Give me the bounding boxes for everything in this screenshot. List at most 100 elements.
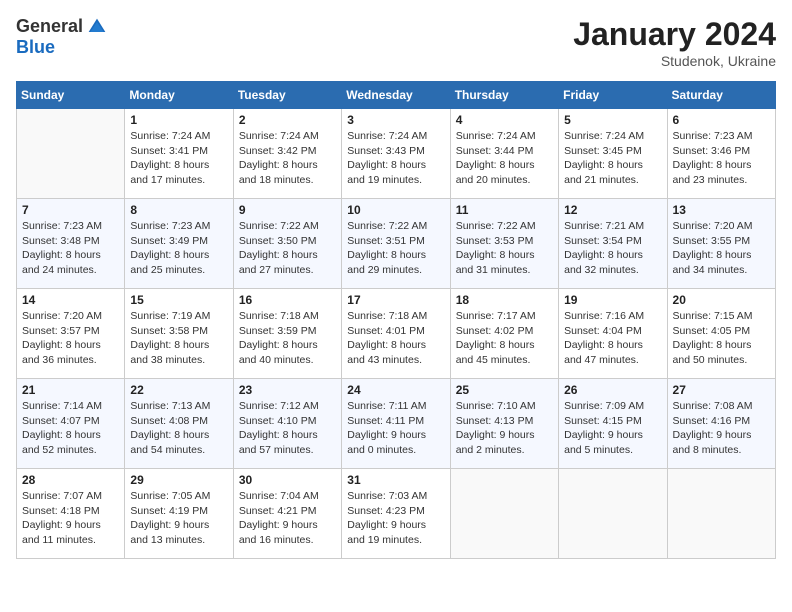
day-number: 21 bbox=[22, 383, 119, 397]
calendar-cell: 18 Sunrise: 7:17 AM Sunset: 4:02 PM Dayli… bbox=[450, 289, 558, 379]
calendar-cell: 23 Sunrise: 7:12 AM Sunset: 4:10 PM Dayli… bbox=[233, 379, 341, 469]
logo: General Blue bbox=[16, 16, 107, 58]
day-number: 20 bbox=[673, 293, 770, 307]
calendar-cell: 26 Sunrise: 7:09 AM Sunset: 4:15 PM Dayli… bbox=[559, 379, 667, 469]
calendar-cell: 25 Sunrise: 7:10 AM Sunset: 4:13 PM Dayli… bbox=[450, 379, 558, 469]
calendar-cell: 6 Sunrise: 7:23 AM Sunset: 3:46 PM Daylig… bbox=[667, 109, 775, 199]
day-info: Sunrise: 7:05 AM Sunset: 4:19 PM Dayligh… bbox=[130, 489, 227, 548]
calendar-cell bbox=[667, 469, 775, 559]
calendar-cell: 21 Sunrise: 7:14 AM Sunset: 4:07 PM Dayli… bbox=[17, 379, 125, 469]
calendar-cell: 31 Sunrise: 7:03 AM Sunset: 4:23 PM Dayli… bbox=[342, 469, 450, 559]
calendar-cell: 10 Sunrise: 7:22 AM Sunset: 3:51 PM Dayli… bbox=[342, 199, 450, 289]
month-title: January 2024 bbox=[573, 16, 776, 53]
day-info: Sunrise: 7:19 AM Sunset: 3:58 PM Dayligh… bbox=[130, 309, 227, 368]
day-number: 7 bbox=[22, 203, 119, 217]
logo-general-text: General bbox=[16, 16, 83, 37]
calendar-cell: 4 Sunrise: 7:24 AM Sunset: 3:44 PM Daylig… bbox=[450, 109, 558, 199]
day-info: Sunrise: 7:03 AM Sunset: 4:23 PM Dayligh… bbox=[347, 489, 444, 548]
day-info: Sunrise: 7:23 AM Sunset: 3:49 PM Dayligh… bbox=[130, 219, 227, 278]
calendar-cell: 7 Sunrise: 7:23 AM Sunset: 3:48 PM Daylig… bbox=[17, 199, 125, 289]
calendar-cell: 28 Sunrise: 7:07 AM Sunset: 4:18 PM Dayli… bbox=[17, 469, 125, 559]
day-number: 1 bbox=[130, 113, 227, 127]
day-number: 18 bbox=[456, 293, 553, 307]
day-info: Sunrise: 7:20 AM Sunset: 3:57 PM Dayligh… bbox=[22, 309, 119, 368]
day-number: 25 bbox=[456, 383, 553, 397]
day-number: 31 bbox=[347, 473, 444, 487]
day-number: 24 bbox=[347, 383, 444, 397]
header-day-monday: Monday bbox=[125, 82, 233, 109]
day-info: Sunrise: 7:12 AM Sunset: 4:10 PM Dayligh… bbox=[239, 399, 336, 458]
day-number: 29 bbox=[130, 473, 227, 487]
day-info: Sunrise: 7:22 AM Sunset: 3:50 PM Dayligh… bbox=[239, 219, 336, 278]
day-info: Sunrise: 7:17 AM Sunset: 4:02 PM Dayligh… bbox=[456, 309, 553, 368]
day-number: 28 bbox=[22, 473, 119, 487]
calendar-cell: 19 Sunrise: 7:16 AM Sunset: 4:04 PM Dayli… bbox=[559, 289, 667, 379]
day-info: Sunrise: 7:15 AM Sunset: 4:05 PM Dayligh… bbox=[673, 309, 770, 368]
calendar-cell: 5 Sunrise: 7:24 AM Sunset: 3:45 PM Daylig… bbox=[559, 109, 667, 199]
day-info: Sunrise: 7:10 AM Sunset: 4:13 PM Dayligh… bbox=[456, 399, 553, 458]
calendar-week-3: 14 Sunrise: 7:20 AM Sunset: 3:57 PM Dayli… bbox=[17, 289, 776, 379]
day-info: Sunrise: 7:08 AM Sunset: 4:16 PM Dayligh… bbox=[673, 399, 770, 458]
day-info: Sunrise: 7:14 AM Sunset: 4:07 PM Dayligh… bbox=[22, 399, 119, 458]
day-number: 3 bbox=[347, 113, 444, 127]
header-day-wednesday: Wednesday bbox=[342, 82, 450, 109]
day-number: 23 bbox=[239, 383, 336, 397]
header-day-thursday: Thursday bbox=[450, 82, 558, 109]
calendar-week-1: 1 Sunrise: 7:24 AM Sunset: 3:41 PM Daylig… bbox=[17, 109, 776, 199]
day-number: 10 bbox=[347, 203, 444, 217]
calendar-cell: 12Sunrise: 7:21 AM Sunset: 3:54 PM Dayli… bbox=[559, 199, 667, 289]
calendar-cell: 30Sunrise: 7:04 AM Sunset: 4:21 PM Dayli… bbox=[233, 469, 341, 559]
day-number: 19 bbox=[564, 293, 661, 307]
day-number: 4 bbox=[456, 113, 553, 127]
day-info: Sunrise: 7:22 AM Sunset: 3:51 PM Dayligh… bbox=[347, 219, 444, 278]
header-day-friday: Friday bbox=[559, 82, 667, 109]
header-day-sunday: Sunday bbox=[17, 82, 125, 109]
day-number: 17 bbox=[347, 293, 444, 307]
calendar-cell bbox=[559, 469, 667, 559]
day-info: Sunrise: 7:07 AM Sunset: 4:18 PM Dayligh… bbox=[22, 489, 119, 548]
day-info: Sunrise: 7:09 AM Sunset: 4:15 PM Dayligh… bbox=[564, 399, 661, 458]
day-info: Sunrise: 7:23 AM Sunset: 3:46 PM Dayligh… bbox=[673, 129, 770, 188]
day-number: 11 bbox=[456, 203, 553, 217]
calendar-cell: 15Sunrise: 7:19 AM Sunset: 3:58 PM Dayli… bbox=[125, 289, 233, 379]
logo-icon bbox=[87, 17, 107, 37]
day-number: 30 bbox=[239, 473, 336, 487]
calendar-week-5: 28 Sunrise: 7:07 AM Sunset: 4:18 PM Dayli… bbox=[17, 469, 776, 559]
calendar-header-row: SundayMondayTuesdayWednesdayThursdayFrid… bbox=[17, 82, 776, 109]
day-info: Sunrise: 7:24 AM Sunset: 3:41 PM Dayligh… bbox=[130, 129, 227, 188]
day-number: 6 bbox=[673, 113, 770, 127]
day-info: Sunrise: 7:16 AM Sunset: 4:04 PM Dayligh… bbox=[564, 309, 661, 368]
day-info: Sunrise: 7:24 AM Sunset: 3:44 PM Dayligh… bbox=[456, 129, 553, 188]
day-info: Sunrise: 7:18 AM Sunset: 3:59 PM Dayligh… bbox=[239, 309, 336, 368]
calendar-cell: 1 Sunrise: 7:24 AM Sunset: 3:41 PM Daylig… bbox=[125, 109, 233, 199]
calendar-cell: 17Sunrise: 7:18 AM Sunset: 4:01 PM Dayli… bbox=[342, 289, 450, 379]
calendar-week-4: 21 Sunrise: 7:14 AM Sunset: 4:07 PM Dayli… bbox=[17, 379, 776, 469]
day-info: Sunrise: 7:13 AM Sunset: 4:08 PM Dayligh… bbox=[130, 399, 227, 458]
day-info: Sunrise: 7:11 AM Sunset: 4:11 PM Dayligh… bbox=[347, 399, 444, 458]
calendar-cell bbox=[450, 469, 558, 559]
day-number: 16 bbox=[239, 293, 336, 307]
calendar-cell: 3 Sunrise: 7:24 AM Sunset: 3:43 PM Daylig… bbox=[342, 109, 450, 199]
calendar-cell: 11 Sunrise: 7:22 AM Sunset: 3:53 PM Dayli… bbox=[450, 199, 558, 289]
calendar-cell: 22 Sunrise: 7:13 AM Sunset: 4:08 PM Dayli… bbox=[125, 379, 233, 469]
calendar-cell: 29 Sunrise: 7:05 AM Sunset: 4:19 PM Dayli… bbox=[125, 469, 233, 559]
day-number: 9 bbox=[239, 203, 336, 217]
day-number: 26 bbox=[564, 383, 661, 397]
day-info: Sunrise: 7:24 AM Sunset: 3:45 PM Dayligh… bbox=[564, 129, 661, 188]
day-info: Sunrise: 7:24 AM Sunset: 3:43 PM Dayligh… bbox=[347, 129, 444, 188]
calendar-cell: 13Sunrise: 7:20 AM Sunset: 3:55 PM Dayli… bbox=[667, 199, 775, 289]
day-number: 5 bbox=[564, 113, 661, 127]
day-info: Sunrise: 7:21 AM Sunset: 3:54 PM Dayligh… bbox=[564, 219, 661, 278]
day-number: 22 bbox=[130, 383, 227, 397]
calendar-cell: 27Sunrise: 7:08 AM Sunset: 4:16 PM Dayli… bbox=[667, 379, 775, 469]
logo-blue-text: Blue bbox=[16, 37, 55, 58]
day-number: 8 bbox=[130, 203, 227, 217]
calendar-cell: 8 Sunrise: 7:23 AM Sunset: 3:49 PM Daylig… bbox=[125, 199, 233, 289]
day-info: Sunrise: 7:24 AM Sunset: 3:42 PM Dayligh… bbox=[239, 129, 336, 188]
day-info: Sunrise: 7:23 AM Sunset: 3:48 PM Dayligh… bbox=[22, 219, 119, 278]
calendar-cell: 16 Sunrise: 7:18 AM Sunset: 3:59 PM Dayli… bbox=[233, 289, 341, 379]
calendar-cell: 2Sunrise: 7:24 AM Sunset: 3:42 PM Daylig… bbox=[233, 109, 341, 199]
day-info: Sunrise: 7:22 AM Sunset: 3:53 PM Dayligh… bbox=[456, 219, 553, 278]
day-number: 14 bbox=[22, 293, 119, 307]
location-subtitle: Studenok, Ukraine bbox=[573, 53, 776, 69]
